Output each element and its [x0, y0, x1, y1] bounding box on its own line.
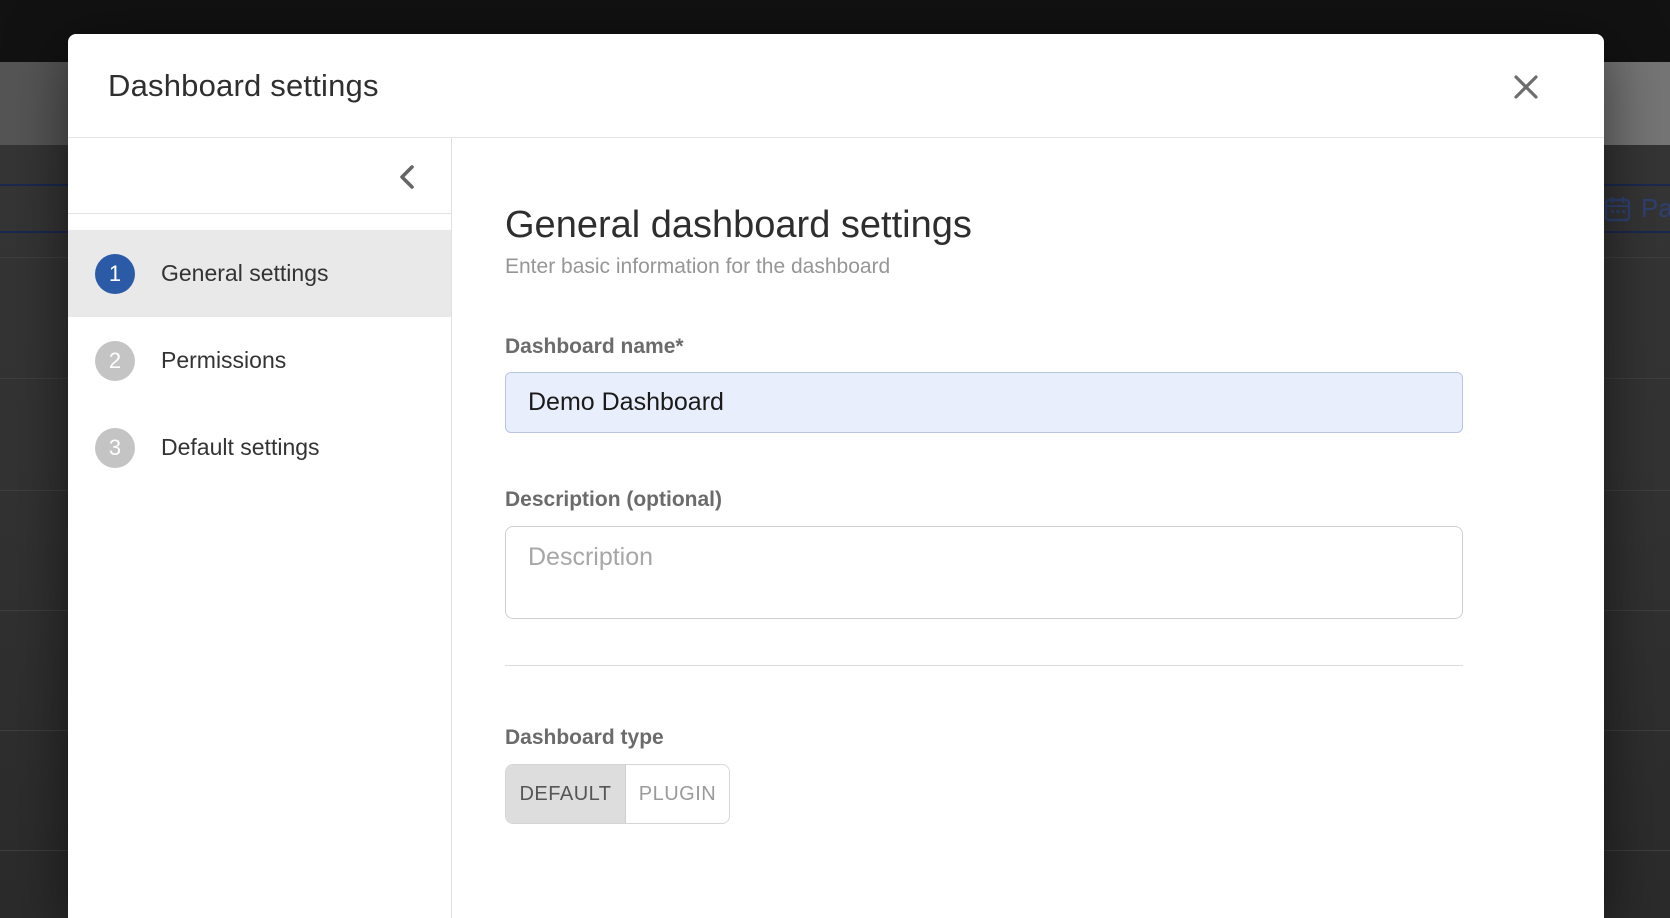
pane-heading: General dashboard settings — [505, 204, 1463, 247]
step-number-badge: 3 — [95, 428, 135, 468]
dashboard-name-input[interactable] — [505, 372, 1463, 433]
step-label: Default settings — [161, 434, 320, 461]
sidebar-collapse-row — [68, 138, 451, 214]
type-option-plugin[interactable]: PLUGIN — [625, 765, 729, 823]
general-settings-pane: General dashboard settings Enter basic i… — [452, 138, 1604, 918]
past-time-filter-label: Past — [1641, 193, 1670, 224]
wizard-step-default-settings[interactable]: 3 Default settings — [68, 404, 451, 491]
wizard-step-sidebar: 1 General settings 2 Permissions 3 Defau… — [68, 138, 452, 918]
description-textarea[interactable] — [505, 526, 1463, 619]
close-icon — [1513, 74, 1539, 100]
modal-header: Dashboard settings — [68, 34, 1604, 138]
wizard-step-list: 1 General settings 2 Permissions 3 Defau… — [68, 214, 451, 491]
dashboard-type-label: Dashboard type — [505, 726, 1463, 750]
close-button[interactable] — [1510, 71, 1542, 103]
chevron-left-icon — [398, 164, 415, 190]
pane-subheading: Enter basic information for the dashboar… — [505, 255, 1463, 279]
form-divider — [505, 665, 1463, 666]
step-number-badge: 1 — [95, 254, 135, 294]
step-label: General settings — [161, 260, 328, 287]
wizard-step-permissions[interactable]: 2 Permissions — [68, 317, 451, 404]
calendar-icon — [1604, 195, 1631, 222]
modal-title: Dashboard settings — [108, 68, 379, 104]
modal-body: 1 General settings 2 Permissions 3 Defau… — [68, 138, 1604, 918]
dashboard-settings-modal: Dashboard settings — [68, 34, 1604, 918]
description-label: Description (optional) — [505, 488, 1463, 512]
type-option-default[interactable]: DEFAULT — [506, 765, 625, 823]
dashboard-name-label: Dashboard name* — [505, 335, 1463, 359]
wizard-step-general-settings[interactable]: 1 General settings — [68, 230, 451, 317]
past-time-filter-button[interactable]: Past — [1604, 186, 1670, 231]
sidebar-collapse-button[interactable] — [391, 162, 421, 192]
step-label: Permissions — [161, 347, 286, 374]
step-number-badge: 2 — [95, 341, 135, 381]
dashboard-type-segmented-control: DEFAULT PLUGIN — [505, 764, 730, 824]
